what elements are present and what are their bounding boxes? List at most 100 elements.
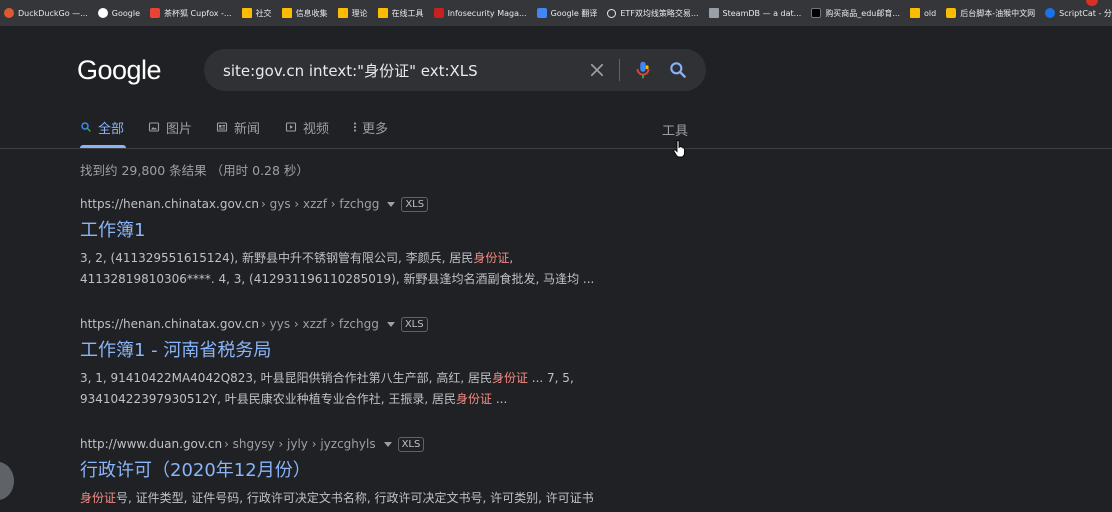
- result-stats: 找到约 29,800 条结果 （用时 0.28 秒）: [80, 163, 309, 178]
- search-box[interactable]: site:gov.cn intext:"身份证" ext:XLS: [204, 49, 706, 91]
- tab-videos[interactable]: 视频: [285, 118, 329, 148]
- bookmark-label: 信息收集: [295, 8, 328, 18]
- bookmark-label: DuckDuckGo —...: [18, 8, 88, 18]
- google-logo[interactable]: Google: [77, 55, 162, 86]
- bookmark-duckduckgo[interactable]: DuckDuckGo —...: [0, 0, 94, 26]
- snippet-text: 3, 1, 91410422MA4042Q823, 叶县昆阳供销合作社第八生产部…: [80, 371, 492, 385]
- search-result: https://henan.chinatax.gov.cn › gys › xz…: [80, 196, 680, 290]
- bookmark-label: 茶杯狐 Cupfox -...: [164, 8, 232, 18]
- greasyfork-icon: [946, 8, 957, 18]
- snippet-highlight: 身份证: [80, 491, 117, 505]
- search-result: http://www.duan.gov.cn › shgysy › jyly ›…: [80, 436, 680, 509]
- bookmark-steamdb[interactable]: SteamDB — a dat...: [705, 0, 808, 26]
- result-breadcrumb: › gys › xzzf › fzchgg: [261, 197, 380, 211]
- google-translate-icon: [536, 8, 547, 18]
- infosecurity-icon: [433, 8, 444, 18]
- tab-images[interactable]: 图片: [148, 118, 192, 148]
- bookmark-folder-old[interactable]: old: [906, 0, 942, 26]
- search-result: https://henan.chinatax.gov.cn › yys › xz…: [80, 316, 680, 410]
- tab-more[interactable]: 更多: [352, 118, 388, 148]
- microphone-icon[interactable]: [632, 59, 654, 81]
- search-divider: [619, 59, 620, 81]
- tab-label: 图片: [166, 122, 193, 137]
- cupfox-icon: [150, 8, 161, 18]
- steamdb-icon: [708, 8, 719, 18]
- bookmark-label: 理论: [351, 8, 368, 18]
- result-url[interactable]: https://henan.chinatax.gov.cn › yys › xz…: [80, 316, 680, 332]
- bookmarks-bar: DuckDuckGo —... Google 茶杯狐 Cupfox -... 社…: [0, 0, 1112, 26]
- folder-icon: [281, 8, 292, 18]
- bookmark-etf[interactable]: ETF双均线策略交易...: [603, 0, 704, 26]
- chevron-down-icon[interactable]: [383, 441, 392, 447]
- bookmark-infosecurity[interactable]: Infosecurity Maga...: [430, 0, 533, 26]
- snippet-text: ...: [492, 392, 508, 406]
- filetype-badge: XLS: [401, 196, 429, 212]
- bookmark-folder-social[interactable]: 社交: [238, 0, 278, 26]
- tab-label: 新闻: [234, 122, 261, 137]
- snippet-text: ... 7, 5,: [527, 371, 574, 385]
- filetype-badge: XLS: [400, 316, 428, 332]
- bookmark-label: Google: [111, 8, 141, 18]
- result-title[interactable]: 工作簿1: [80, 218, 680, 244]
- folder-icon: [241, 8, 252, 18]
- result-domain: https://henan.chinatax.gov.cn: [80, 317, 259, 331]
- tab-all[interactable]: 全部: [80, 118, 124, 148]
- result-title[interactable]: 工作簿1 - 河南省税务局: [80, 338, 680, 364]
- hand-cursor-icon: [673, 140, 685, 158]
- result-domain: http://www.duan.gov.cn: [80, 437, 223, 451]
- bookmark-label: Infosecurity Maga...: [447, 8, 527, 18]
- bookmark-shop[interactable]: 购买商品_edu邮育...: [807, 0, 906, 26]
- result-domain: https://henan.chinatax.gov.cn: [80, 197, 259, 211]
- snippet-text: 41132819810306****. 4, 3, (4129311961102…: [80, 272, 595, 286]
- tab-news[interactable]: 新闻: [216, 118, 260, 148]
- clear-icon[interactable]: [588, 61, 606, 79]
- folder-icon: [910, 8, 921, 18]
- more-vert-icon: [353, 122, 357, 132]
- bookmark-folder-theory[interactable]: 理论: [334, 0, 374, 26]
- snippet-highlight: 身份证: [491, 371, 528, 385]
- snippet-text: 3, 2, (411329551615124), 新野县中升不锈钢管有限公司, …: [80, 251, 474, 265]
- snippet-highlight: 身份证: [456, 392, 493, 406]
- etf-icon: [607, 8, 617, 18]
- search-input[interactable]: site:gov.cn intext:"身份证" ext:XLS: [223, 60, 478, 81]
- shop-icon: [811, 8, 822, 18]
- news-icon: [216, 122, 228, 132]
- bookmark-folder-tools[interactable]: 在线工具: [374, 0, 430, 26]
- bookmark-label: SteamDB — a dat...: [722, 8, 802, 18]
- tab-label: 视频: [303, 122, 330, 137]
- result-snippet: 3, 2, (411329551615124), 新野县中升不锈钢管有限公司, …: [80, 248, 670, 290]
- google-icon: [97, 8, 108, 18]
- tabs-divider: [0, 148, 1112, 149]
- scriptcat-icon: [1045, 8, 1056, 18]
- result-snippet: 3, 1, 91410422MA4042Q823, 叶县昆阳供销合作社第八生产部…: [80, 368, 670, 410]
- image-icon: [148, 122, 160, 132]
- bookmark-folder-info[interactable]: 信息收集: [278, 0, 334, 26]
- bookmark-google-translate[interactable]: Google 翻译: [533, 0, 604, 26]
- tools-button[interactable]: 工具: [662, 120, 688, 139]
- bookmark-scriptcat[interactable]: ScriptCat - 分享你...: [1041, 0, 1112, 26]
- bookmark-label: 购买商品_edu邮育...: [825, 8, 901, 18]
- bookmark-google[interactable]: Google: [94, 0, 146, 26]
- video-icon: [285, 122, 297, 132]
- snippet-text: 号, 证件类型, 证件号码, 行政许可决定文书名称, 行政许可决定文书号, 许可…: [116, 491, 594, 505]
- result-breadcrumb: › yys › xzzf › fzchgg: [261, 317, 379, 331]
- bookmark-label: Google 翻译: [550, 8, 598, 18]
- bookmark-cupfox[interactable]: 茶杯狐 Cupfox -...: [146, 0, 238, 26]
- search-icon: [81, 122, 91, 132]
- folder-icon: [337, 8, 348, 18]
- search-icon[interactable]: [668, 60, 688, 80]
- result-title[interactable]: 行政许可（2020年12月份）: [80, 458, 680, 484]
- side-panel-handle[interactable]: [0, 462, 14, 500]
- bookmark-label: 社交: [255, 8, 272, 18]
- folder-icon: [377, 8, 388, 18]
- bookmark-label: ScriptCat - 分享你...: [1059, 8, 1112, 18]
- bookmark-label: old: [924, 8, 937, 18]
- bookmark-label: ETF双均线策略交易...: [620, 8, 699, 18]
- chevron-down-icon[interactable]: [387, 201, 396, 207]
- result-url[interactable]: http://www.duan.gov.cn › shgysy › jyly ›…: [80, 436, 680, 452]
- result-url[interactable]: https://henan.chinatax.gov.cn › gys › xz…: [80, 196, 680, 212]
- snippet-text: ,: [509, 251, 514, 265]
- bookmark-greasyfork[interactable]: 后台脚本-油猴中文网: [942, 0, 1041, 26]
- chevron-down-icon[interactable]: [386, 321, 395, 327]
- duckduckgo-icon: [4, 8, 14, 18]
